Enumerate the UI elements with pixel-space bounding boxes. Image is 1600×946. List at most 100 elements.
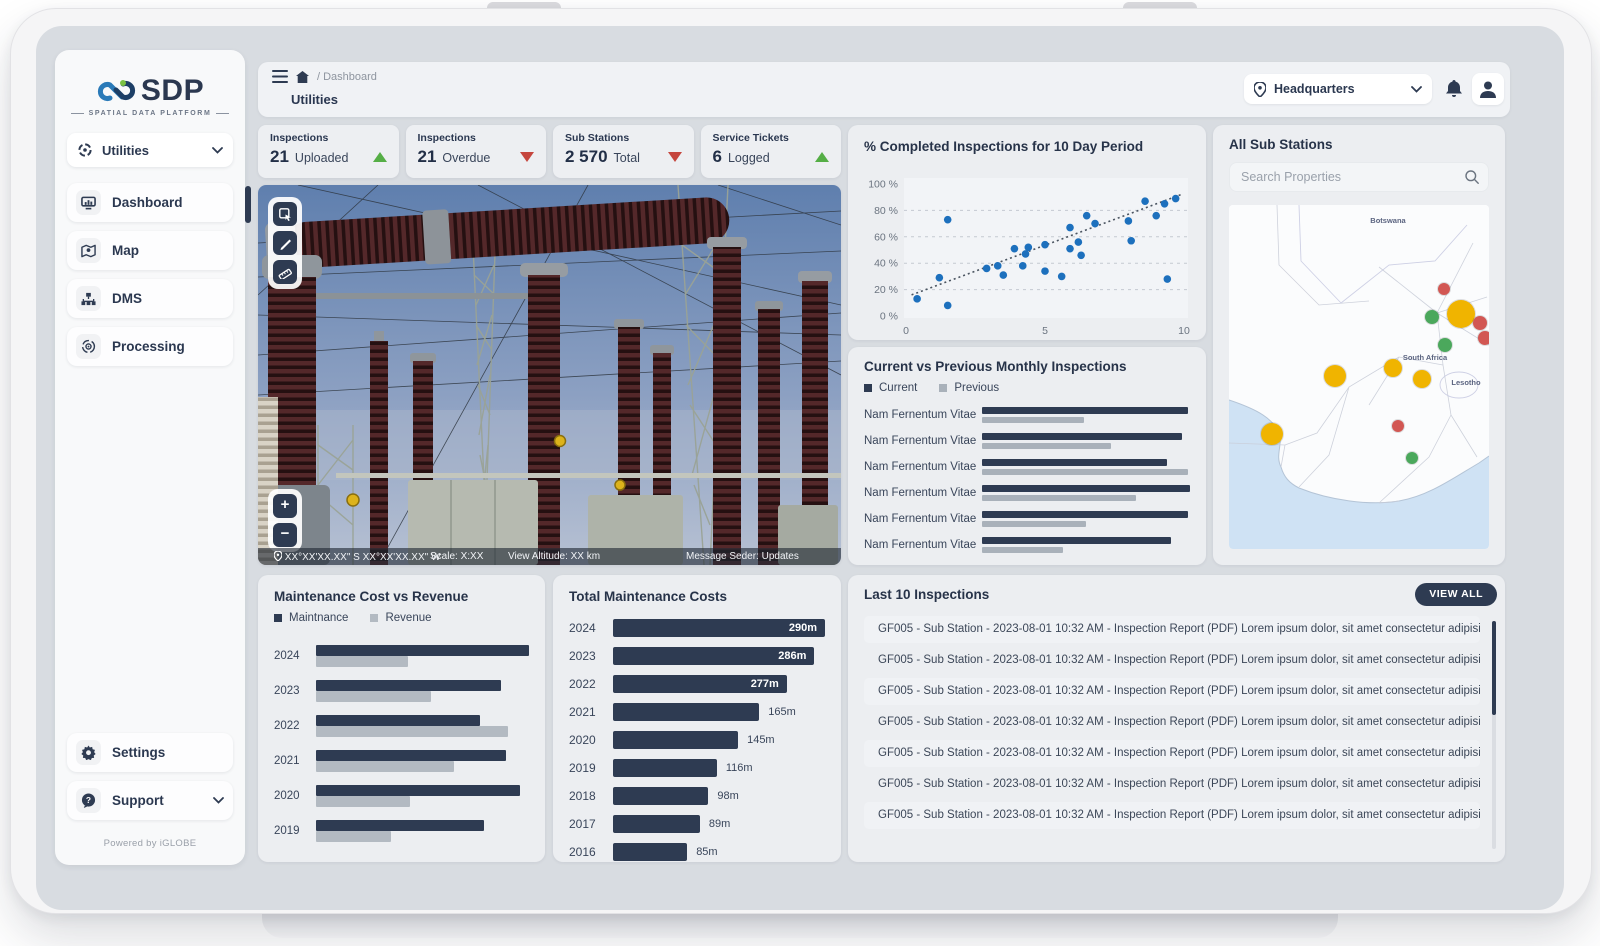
- bar-row: 2020145m: [569, 726, 825, 754]
- scale-readout: Scale: X:XX: [430, 551, 483, 562]
- sidebar-footer-nav: Settings ?Support: [67, 733, 233, 820]
- inspection-list-item[interactable]: GF005 - Sub Station - 2023-08-01 10:32 A…: [864, 678, 1480, 705]
- view-all-button[interactable]: VIEW ALL: [1415, 583, 1497, 606]
- bar-pair: [316, 750, 529, 772]
- chart-legend: MaintnanceRevenue: [274, 612, 529, 624]
- inspection-list-item[interactable]: GF005 - Sub Station - 2023-08-01 10:32 A…: [864, 647, 1480, 674]
- hamburger-menu-icon[interactable]: [272, 70, 288, 83]
- inspection-list-item[interactable]: GF005 - Sub Station - 2023-08-01 10:32 A…: [864, 771, 1480, 798]
- kpi-label: Overdue: [442, 151, 490, 165]
- bar-value-label: 116m: [726, 762, 753, 774]
- zoom-in-button[interactable]: +: [273, 494, 297, 518]
- bar-zone: 98m: [613, 787, 825, 805]
- home-icon[interactable]: [296, 71, 309, 83]
- current-bar: [982, 485, 1190, 492]
- current-bar: [982, 433, 1182, 440]
- substation-marker-red[interactable]: [1392, 420, 1404, 432]
- substation-marker-red[interactable]: [1438, 283, 1450, 295]
- revenue-bar: [316, 656, 408, 667]
- substation-marker-red[interactable]: [1473, 316, 1487, 330]
- substation-image-viewer[interactable]: + − XX°XX'XX.XX" S XX°XX'XX.XX" W Scale:…: [258, 185, 841, 565]
- location-selector[interactable]: Headquarters: [1244, 74, 1432, 104]
- inspection-list-item[interactable]: GF005 - Sub Station - 2023-08-01 10:32 A…: [864, 802, 1480, 829]
- bar-row-label: 2021: [274, 755, 316, 767]
- search-input[interactable]: [1239, 169, 1465, 185]
- breadcrumb[interactable]: / Dashboard: [317, 71, 377, 83]
- substation-marker-yellow[interactable]: [1384, 359, 1402, 377]
- sidebar-item-processing[interactable]: Processing: [67, 327, 233, 366]
- draw-tool-button[interactable]: [273, 231, 297, 255]
- map-viewport[interactable]: BotswanaSouth AfricaLesotho: [1229, 205, 1489, 549]
- maintnance-bar: [316, 785, 520, 796]
- pencil-icon: [279, 237, 292, 250]
- inspection-list-item[interactable]: GF005 - Sub Station - 2023-08-01 10:32 A…: [864, 709, 1480, 736]
- measure-tool-button[interactable]: [273, 260, 297, 284]
- bar-value-label: 145m: [747, 734, 775, 746]
- user-avatar-button[interactable]: [1472, 73, 1504, 105]
- zoom-out-button[interactable]: −: [273, 523, 297, 547]
- substations-map-card: All Sub Stations: [1213, 125, 1505, 565]
- revenue-bar: [316, 726, 508, 737]
- scrollbar-thumb[interactable]: [1492, 621, 1496, 715]
- bar-zone: 290m: [613, 619, 825, 637]
- substation-marker-red[interactable]: [1478, 331, 1489, 345]
- sidebar-item-support[interactable]: ?Support: [67, 781, 233, 820]
- bar-pair: [316, 820, 529, 842]
- bar-row: 2022277m: [569, 670, 825, 698]
- substation-marker-green[interactable]: [1406, 452, 1418, 464]
- substation-marker-green[interactable]: [1438, 338, 1452, 352]
- bar-row: 2020: [274, 778, 529, 813]
- bar-row-label: 2018: [569, 789, 613, 803]
- svg-text:40 %: 40 %: [874, 258, 898, 270]
- bar-row: 2019: [274, 813, 529, 848]
- sidebar-item-label: Map: [112, 243, 139, 258]
- kpi-value: 21: [270, 147, 289, 167]
- substation-marker-yellow[interactable]: [1413, 370, 1431, 388]
- viewer-status-bar: XX°XX'XX.XX" S XX°XX'XX.XX" W Scale: X:X…: [258, 548, 841, 565]
- sidebar-item-settings[interactable]: Settings: [67, 733, 233, 772]
- bar-value-label: 277m: [751, 678, 787, 690]
- substation-marker-green[interactable]: [1425, 310, 1439, 324]
- legend-item-maintnance: Maintnance: [274, 612, 348, 624]
- search-icon[interactable]: [1465, 170, 1479, 184]
- sidebar-item-dashboard[interactable]: Dashboard: [67, 183, 233, 222]
- user-icon: [1480, 81, 1496, 98]
- revenue-bar: [316, 831, 391, 842]
- bar-pair: [982, 459, 1190, 475]
- sidebar-item-map[interactable]: Map: [67, 231, 233, 270]
- sidebar-item-dms[interactable]: DMS: [67, 279, 233, 318]
- bar-row-label: 2020: [274, 790, 316, 802]
- bar-value-label: 98m: [717, 790, 738, 802]
- substation-marker-yellow[interactable]: [1447, 300, 1475, 328]
- last-inspections-card: Last 10 Inspections VIEW ALL GF005 - Sub…: [848, 575, 1505, 862]
- bar-zone: 89m: [613, 815, 825, 833]
- altitude-readout: View Altitude: XX km: [508, 551, 600, 562]
- bar-row-label: Nam Fernentum Vitae: [864, 461, 982, 473]
- revenue-bar: [316, 761, 454, 772]
- bar-pair: [982, 511, 1190, 527]
- kpi-value-row: 21Overdue: [418, 147, 535, 167]
- bar-row: Nam Fernentum Vitae: [864, 428, 1190, 454]
- bar-row: 2021165m: [569, 698, 825, 726]
- bar-zone: 116m: [613, 759, 825, 777]
- cost-bar: [613, 787, 708, 805]
- substation-marker-yellow[interactable]: [1324, 365, 1346, 387]
- legend-item-current: Current: [864, 382, 917, 394]
- previous-bar: [982, 521, 1086, 528]
- notifications-button[interactable]: [1446, 80, 1462, 98]
- sidebar-item-label: Settings: [112, 745, 165, 760]
- substation-marker-yellow[interactable]: [1261, 423, 1283, 445]
- bar-zone: 85m: [613, 843, 825, 861]
- previous-bar: [982, 469, 1188, 476]
- viewer-toolbar: [268, 197, 302, 289]
- inspections-list: GF005 - Sub Station - 2023-08-01 10:32 A…: [864, 616, 1489, 829]
- cost-bar: 290m: [613, 619, 825, 637]
- inspection-list-item[interactable]: GF005 - Sub Station - 2023-08-01 10:32 A…: [864, 616, 1480, 643]
- inspection-list-item[interactable]: GF005 - Sub Station - 2023-08-01 10:32 A…: [864, 740, 1480, 767]
- select-tool-button[interactable]: [273, 202, 297, 226]
- bar-row-label: Nam Fernentum Vitae: [864, 409, 982, 421]
- bar-rows: 2024290m2023286m2022277m2021165m2020145m…: [569, 614, 825, 866]
- module-selector[interactable]: Utilities: [67, 133, 233, 167]
- bar-pair: [982, 537, 1190, 553]
- trend-down-icon: [520, 152, 534, 162]
